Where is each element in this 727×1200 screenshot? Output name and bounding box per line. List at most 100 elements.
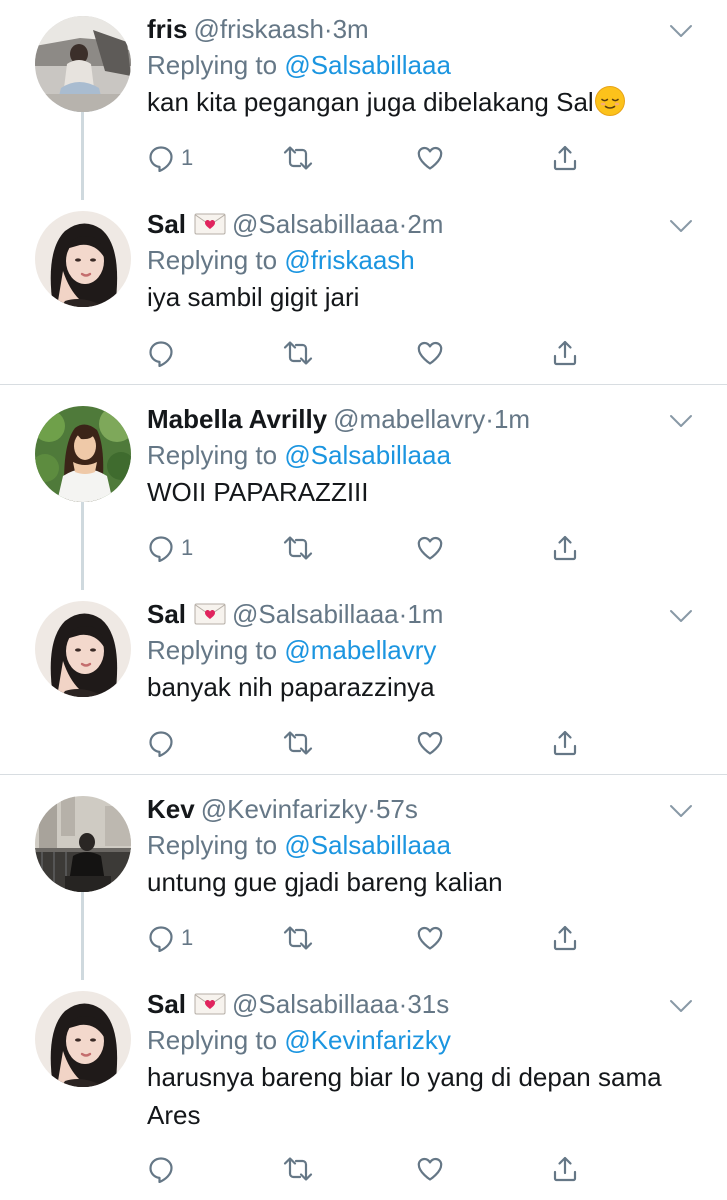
tweet-header: fris @friskaash·3m <box>147 12 369 46</box>
like-button[interactable] <box>416 142 444 174</box>
user-handle[interactable]: @friskaash <box>193 14 323 44</box>
tweet-header: Sal @Salsabillaaa·31s <box>147 987 449 1021</box>
like-button[interactable] <box>416 337 444 369</box>
tweet-actions <box>147 727 597 759</box>
thread-connector <box>81 502 84 590</box>
replying-to-label: Replying to <box>147 1025 278 1055</box>
avatar[interactable] <box>35 406 131 502</box>
avatar[interactable] <box>35 991 131 1087</box>
display-name[interactable]: Sal <box>147 209 186 239</box>
timestamp[interactable]: 1m <box>407 599 443 629</box>
replying-to: Replying to @mabellavry <box>147 633 436 667</box>
divider <box>0 774 727 775</box>
separator-dot: · <box>398 599 408 629</box>
avatar[interactable] <box>35 601 131 697</box>
retweet-button[interactable] <box>282 337 314 369</box>
user-handle[interactable]: @Salsabillaaa <box>232 599 399 629</box>
like-button[interactable] <box>416 922 444 954</box>
relieved-face-emoji <box>594 85 626 117</box>
display-name[interactable]: Sal <box>147 989 186 1019</box>
chevron-down-icon[interactable] <box>668 22 694 40</box>
replying-to-label: Replying to <box>147 635 278 665</box>
share-button[interactable] <box>551 337 579 369</box>
share-button[interactable] <box>551 1153 579 1185</box>
mention-link[interactable]: @Salsabillaaa <box>284 830 451 860</box>
chevron-down-icon[interactable] <box>668 217 694 235</box>
tweet-text: kan kita pegangan juga dibelakang Sal <box>147 83 687 121</box>
mention-link[interactable]: @Salsabillaaa <box>284 50 451 80</box>
retweet-button[interactable] <box>282 142 314 174</box>
timestamp[interactable]: 31s <box>407 989 449 1019</box>
share-button[interactable] <box>551 727 579 759</box>
retweet-button[interactable] <box>282 922 314 954</box>
chevron-down-icon[interactable] <box>668 997 694 1015</box>
avatar[interactable] <box>35 211 131 307</box>
tweet-text: banyak nih paparazzinya <box>147 672 435 702</box>
reply-button[interactable] <box>147 727 181 759</box>
tweet-header: Mabella Avrilly @mabellavry·1m <box>147 402 530 436</box>
user-handle[interactable]: @mabellavry <box>333 404 485 434</box>
heart-icon <box>416 144 444 172</box>
tweet-header: Sal @Salsabillaaa·2m <box>147 207 443 241</box>
reply-button[interactable] <box>147 1153 181 1185</box>
share-button[interactable] <box>551 142 579 174</box>
tweet-actions <box>147 1153 597 1185</box>
retweet-button[interactable] <box>282 532 314 564</box>
timestamp[interactable]: 57s <box>376 794 418 824</box>
reply-icon <box>147 729 175 757</box>
like-button[interactable] <box>416 532 444 564</box>
love-letter-emoji <box>194 212 226 236</box>
reply-button[interactable]: 1 <box>147 532 193 564</box>
reply-count: 1 <box>181 145 194 170</box>
reply-icon <box>147 534 175 562</box>
separator-dot: · <box>485 404 494 434</box>
reply-button[interactable]: 1 <box>147 922 193 954</box>
tweet-actions <box>147 337 597 369</box>
mention-link[interactable]: @Kevinfarizky <box>284 1025 451 1055</box>
like-button[interactable] <box>416 1153 444 1185</box>
share-button[interactable] <box>551 532 579 564</box>
like-button[interactable] <box>416 727 444 759</box>
tweet-text: iya sambil gigit jari <box>147 282 360 312</box>
mention-link[interactable]: @Salsabillaaa <box>284 440 451 470</box>
mention-link[interactable]: @mabellavry <box>284 635 436 665</box>
display-name[interactable]: Sal <box>147 599 186 629</box>
reply-count: 1 <box>181 925 194 950</box>
replying-to: Replying to @friskaash <box>147 243 415 277</box>
retweet-icon <box>282 924 314 952</box>
heart-icon <box>416 1155 444 1183</box>
retweet-button[interactable] <box>282 1153 314 1185</box>
user-handle[interactable]: @Salsabillaaa <box>232 989 399 1019</box>
separator-dot: · <box>323 14 333 44</box>
mention-link[interactable]: @friskaash <box>284 245 414 275</box>
chevron-down-icon[interactable] <box>668 607 694 625</box>
retweet-icon <box>282 1155 314 1183</box>
user-handle[interactable]: @Salsabillaaa <box>232 209 399 239</box>
share-icon <box>551 339 579 367</box>
replying-to-label: Replying to <box>147 440 278 470</box>
reply-button[interactable] <box>147 337 181 369</box>
retweet-icon <box>282 534 314 562</box>
heart-icon <box>416 924 444 952</box>
tweet-text-content: kan kita pegangan juga dibelakang Sal <box>147 87 594 117</box>
timestamp[interactable]: 2m <box>407 209 443 239</box>
reply-icon <box>147 924 175 952</box>
replying-to-label: Replying to <box>147 245 278 275</box>
retweet-button[interactable] <box>282 727 314 759</box>
timestamp[interactable]: 1m <box>494 404 530 434</box>
display-name[interactable]: Kev <box>147 794 195 824</box>
chevron-down-icon[interactable] <box>668 412 694 430</box>
tweet-header: Kev @Kevinfarizky·57s <box>147 792 418 826</box>
avatar[interactable] <box>35 796 131 892</box>
display-name[interactable]: fris <box>147 14 187 44</box>
avatar[interactable] <box>35 16 131 112</box>
separator-dot: · <box>367 794 376 824</box>
share-button[interactable] <box>551 922 579 954</box>
reply-icon <box>147 339 175 367</box>
tweet-header: Sal @Salsabillaaa·1m <box>147 597 443 631</box>
reply-button[interactable]: 1 <box>147 142 193 174</box>
timestamp[interactable]: 3m <box>333 14 369 44</box>
display-name[interactable]: Mabella Avrilly <box>147 404 327 434</box>
user-handle[interactable]: @Kevinfarizky <box>201 794 368 824</box>
chevron-down-icon[interactable] <box>668 802 694 820</box>
